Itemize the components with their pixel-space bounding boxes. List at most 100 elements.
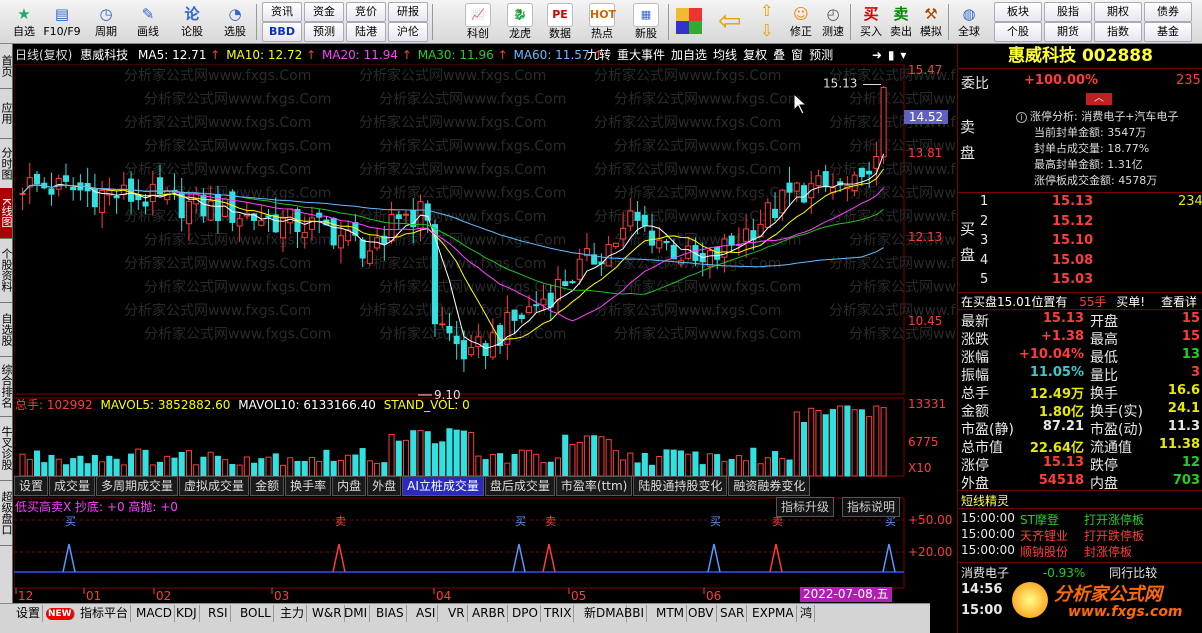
- grid-button-1[interactable]: 资金: [304, 2, 344, 22]
- arrow-right-icon[interactable]: ➜: [872, 48, 882, 62]
- toolbar-maichu-button[interactable]: 卖卖出: [886, 2, 916, 42]
- grid2-button-1[interactable]: 股指: [1044, 2, 1092, 22]
- bottom-tab-8[interactable]: W&R: [310, 605, 345, 622]
- sprite-stock[interactable]: 顺钠股份: [1020, 543, 1068, 560]
- grid2-button-6[interactable]: 指数: [1094, 22, 1142, 42]
- bottom-tab-17[interactable]: BBI: [622, 605, 648, 622]
- kline-chart[interactable]: 分析家公式网www.fxgs.Com 分析家公式网www.fxgs.Com 分析家公…: [14, 64, 956, 604]
- grid2-button-7[interactable]: 基金: [1144, 22, 1192, 42]
- grid2-button-4[interactable]: 个股: [994, 22, 1042, 42]
- bottom-tab-20[interactable]: SAR: [718, 605, 748, 622]
- toolbar-mairu-button[interactable]: 买买入: [856, 2, 886, 42]
- bottom-tab-12[interactable]: VR: [446, 605, 468, 622]
- indicator-tab-9[interactable]: 盘后成交量: [484, 476, 555, 496]
- left-tab-1[interactable]: 应用: [0, 88, 12, 139]
- sprite-stock[interactable]: 天齐锂业: [1020, 527, 1068, 544]
- sprite-stock[interactable]: ST摩登: [1020, 511, 1059, 528]
- toolbar-kechuang-button[interactable]: 📈 科创: [458, 2, 498, 42]
- indicator-tab-5[interactable]: 换手率: [285, 476, 332, 496]
- bottom-tab-22[interactable]: 鸿: [798, 605, 816, 622]
- indicator-help-button[interactable]: 指标说明: [842, 497, 901, 517]
- chart-tool-3[interactable]: 均线: [713, 48, 737, 62]
- left-tab-6[interactable]: 综合排名: [0, 356, 12, 417]
- left-tab-7[interactable]: 牛叉诊股: [0, 416, 12, 481]
- grid-button-4[interactable]: BBD: [262, 22, 302, 42]
- left-tab-5[interactable]: 自选股: [0, 302, 12, 357]
- chart-tool-0[interactable]: 九转: [587, 48, 611, 62]
- chevron-down-icon[interactable]: ▾: [900, 48, 906, 62]
- left-tab-3[interactable]: K线图: [0, 188, 12, 239]
- grid2-button-5[interactable]: 期货: [1044, 22, 1092, 42]
- grid-button-3[interactable]: 研报: [388, 2, 428, 22]
- bottom-tab-13[interactable]: ARBR: [470, 605, 509, 622]
- buy-level-price[interactable]: 15.08: [1052, 253, 1093, 268]
- indicator-tab-7[interactable]: 外盘: [367, 476, 402, 496]
- indicator-tab-8[interactable]: AI立桩成交量: [402, 476, 484, 496]
- indicator-upgrade-button[interactable]: 指标升级: [776, 497, 835, 517]
- bottom-tab-16[interactable]: 新DMA: [582, 605, 627, 622]
- bottom-tab-18[interactable]: MTM: [654, 605, 688, 622]
- bottom-tab-11[interactable]: ASI: [414, 605, 439, 622]
- queue-link[interactable]: 查看详: [1161, 295, 1197, 309]
- indicator-tab-10[interactable]: 市盈率(ttm): [555, 476, 633, 496]
- chart-tool-7[interactable]: 预测: [809, 48, 833, 62]
- left-tab-8[interactable]: 超级盘口: [0, 480, 12, 546]
- chart-tool-1[interactable]: 重大事件: [617, 48, 665, 62]
- toolbar-moni-button[interactable]: ⚒ 模拟: [916, 2, 946, 42]
- buy-level-price[interactable]: 15.13: [1052, 194, 1093, 209]
- bottom-tab-15[interactable]: TRIX: [542, 605, 575, 622]
- grid-button-5[interactable]: 预测: [304, 22, 344, 42]
- buy-level-price[interactable]: 15.03: [1052, 272, 1093, 287]
- grid2-button-2[interactable]: 期权: [1094, 2, 1142, 22]
- toolbar-zhouqi-button[interactable]: ◷ 周期: [86, 2, 126, 42]
- toolbar-xingu-button[interactable]: ▦ 新股: [626, 2, 666, 42]
- toolbar-lungu-button[interactable]: 论论股: [172, 2, 212, 42]
- grid-button-2[interactable]: 竞价: [346, 2, 386, 22]
- bottom-tab-5[interactable]: RSI: [206, 605, 231, 622]
- indicator-tab-11[interactable]: 陆股通持股变化: [633, 476, 728, 496]
- bottom-tab-14[interactable]: DPO: [510, 605, 541, 622]
- down-arrow-icon[interactable]: ⇩: [760, 22, 773, 40]
- color-grid-icon[interactable]: [676, 8, 702, 34]
- bottom-tab-6[interactable]: BOLL: [238, 605, 274, 622]
- bottom-tab-4[interactable]: KDJ: [174, 605, 200, 622]
- bottom-tab-10[interactable]: BIAS: [374, 605, 407, 622]
- bottom-tab-9[interactable]: DMI: [342, 605, 371, 622]
- indicator-tab-6[interactable]: 内盘: [332, 476, 367, 496]
- indicator-tab-4[interactable]: 金额: [250, 476, 285, 496]
- bottom-tab-19[interactable]: OBV: [686, 605, 717, 622]
- left-tab-4[interactable]: 个股资料: [0, 238, 12, 303]
- window-icon[interactable]: ▮: [888, 48, 895, 62]
- up-arrow-icon[interactable]: ⇧: [760, 2, 773, 20]
- chart-tool-5[interactable]: 叠: [773, 48, 785, 62]
- chart-tool-6[interactable]: 窗: [791, 48, 803, 62]
- buy-level-price[interactable]: 15.12: [1052, 214, 1093, 229]
- toolbar-cesu-button[interactable]: ◴ 测速: [818, 2, 848, 42]
- bottom-tab-1[interactable]: NEW: [46, 608, 75, 620]
- grid2-button-0[interactable]: 板块: [994, 2, 1042, 22]
- bottom-tab-0[interactable]: 设置: [14, 605, 44, 622]
- toolbar-zixuan-button[interactable]: ★ 自选: [4, 2, 44, 42]
- bottom-tab-7[interactable]: 主力: [278, 605, 308, 622]
- left-tab-2[interactable]: 分时图: [0, 138, 12, 189]
- toolbar-xuangu-button[interactable]: ◔ 选股: [215, 2, 255, 42]
- grid-button-7[interactable]: 沪伦: [388, 22, 428, 42]
- grid-button-6[interactable]: 陆港: [346, 22, 386, 42]
- grid2-button-3[interactable]: 债券: [1144, 2, 1192, 22]
- chart-tool-2[interactable]: 加自选: [671, 48, 707, 62]
- period-label[interactable]: 日线(复权): [15, 48, 72, 62]
- back-arrow-icon[interactable]: ⇦: [718, 6, 741, 36]
- bottom-tab-3[interactable]: MACD: [134, 605, 175, 622]
- indicator-tab-2[interactable]: 多周期成交量: [96, 476, 179, 496]
- bottom-tab-21[interactable]: EXPMA: [750, 605, 797, 622]
- sector-name[interactable]: 消费电子: [961, 566, 1009, 580]
- grid-button-0[interactable]: 资讯: [262, 2, 302, 22]
- collapse-icon[interactable]: ︿: [1086, 93, 1112, 105]
- toolbar-huaxian-button[interactable]: ✎ 画线: [128, 2, 168, 42]
- buy-level-price[interactable]: 15.10: [1052, 233, 1093, 248]
- toolbar-xiuzheng-button[interactable]: ☺ 修正: [786, 2, 816, 42]
- chart-tool-4[interactable]: 复权: [743, 48, 767, 62]
- chart-nav-icons[interactable]: ➜ ▮ ▾: [872, 47, 906, 64]
- toolbar-redian-button[interactable]: HOT 热点: [582, 2, 622, 42]
- toolbar-f10-button[interactable]: ▤ F10/F9: [42, 2, 82, 42]
